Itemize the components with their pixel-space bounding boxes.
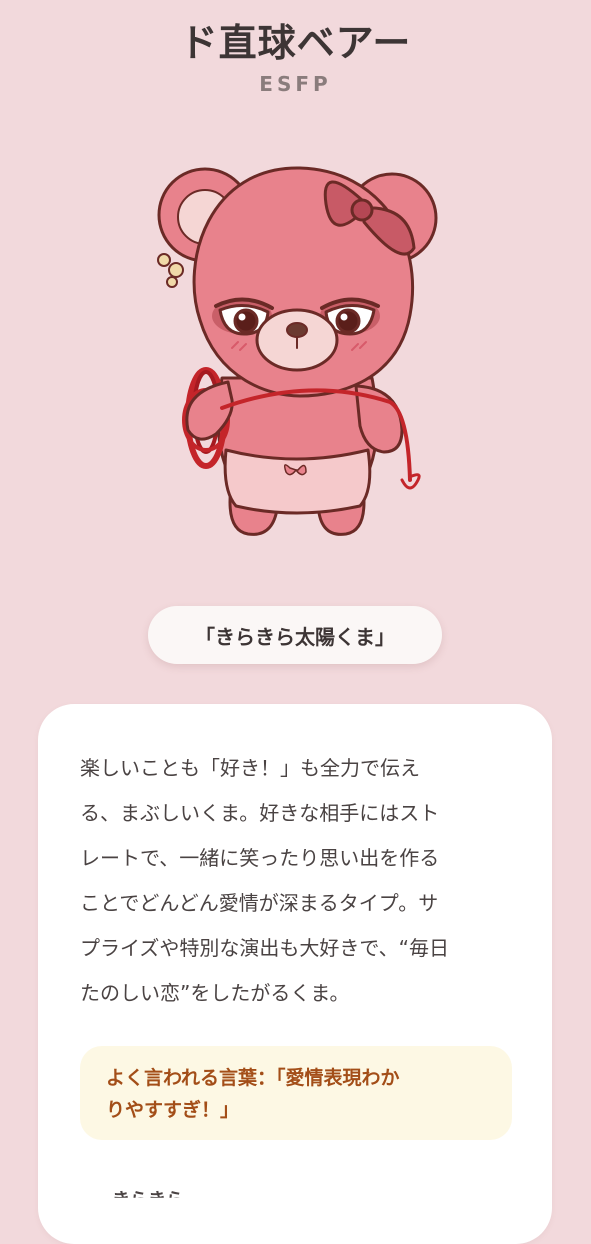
character-description: 楽しいことも「好き！」も全力で伝え る、まぶしいくま。好きな相手にはスト レート… bbox=[80, 756, 449, 1005]
character-nickname-badge: 「きらきら太陽くま」 bbox=[148, 606, 442, 664]
personality-type-code: ESFP bbox=[259, 72, 332, 96]
bear-shorts bbox=[223, 448, 372, 515]
bear-illustration bbox=[140, 150, 450, 550]
quote-text: よく言われる言葉：「愛情表現わか りやすすぎ！」 bbox=[106, 1067, 400, 1121]
page-title: ド直球ベアー bbox=[179, 21, 412, 65]
bear-nose bbox=[286, 322, 308, 338]
